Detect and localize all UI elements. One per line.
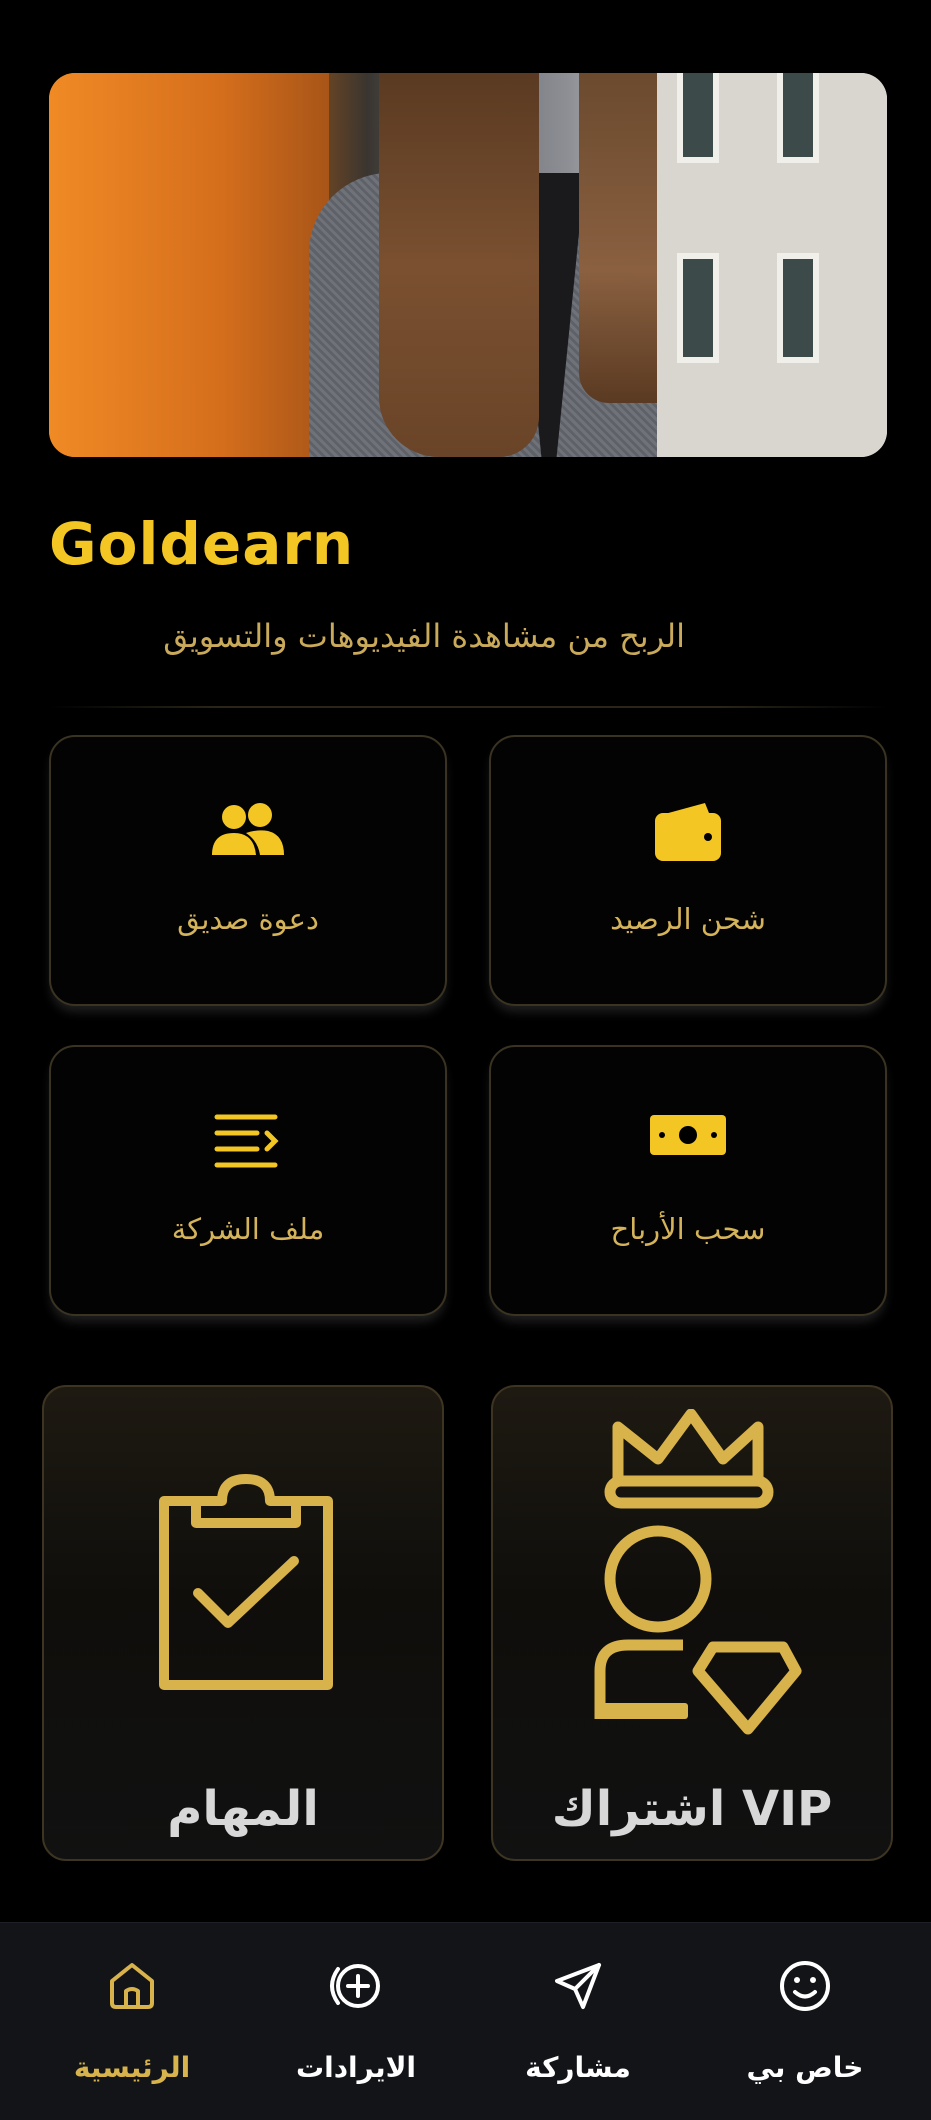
vip-crown-user-icon — [588, 1408, 803, 1743]
banner-window — [677, 73, 719, 163]
users-icon — [210, 801, 286, 861]
nav-item-share[interactable]: مشاركة — [468, 1923, 688, 2120]
promo-banner[interactable] — [49, 73, 887, 457]
tasks-card[interactable]: المهام — [42, 1385, 444, 1861]
invite-label: دعوة صديق — [177, 902, 319, 936]
wallet-icon — [653, 801, 723, 867]
banner-window — [677, 253, 719, 363]
banner-window — [777, 73, 819, 163]
divider — [49, 706, 887, 708]
withdraw-label: سحب الأرباح — [610, 1212, 766, 1246]
vip-subscription-card[interactable]: اشتراك VIP — [491, 1385, 893, 1861]
plus-circle-icon — [324, 1959, 388, 2017]
nav-item-profile[interactable]: خاص بي — [695, 1923, 915, 2120]
recharge-balance-card[interactable]: شحن الرصيد — [489, 735, 887, 1006]
nav-label: مشاركة — [525, 2051, 631, 2084]
nav-label: الرئيسية — [73, 2051, 191, 2084]
send-icon — [551, 1959, 605, 2017]
nav-label: خاص بي — [746, 2051, 864, 2084]
company-profile-card[interactable]: ملف الشركة — [49, 1045, 447, 1316]
app-subtitle: الربح من مشاهدة الفيديوهات والتسويق — [163, 617, 685, 655]
smiley-icon — [778, 1959, 832, 2017]
recharge-label: شحن الرصيد — [610, 902, 766, 936]
withdraw-profits-card[interactable]: سحب الأرباح — [489, 1045, 887, 1316]
nav-item-home[interactable]: الرئيسية — [22, 1923, 242, 2120]
invite-friend-card[interactable]: دعوة صديق — [49, 735, 447, 1006]
document-list-icon — [213, 1111, 283, 1175]
nav-item-revenue[interactable]: الايرادات — [246, 1923, 466, 2120]
bottom-navigation: خاص بي مشاركة الايرادات الرئيسية — [0, 1922, 931, 2120]
banner-building — [657, 73, 887, 457]
nav-label: الايرادات — [295, 2051, 417, 2084]
banner-window — [777, 253, 819, 363]
home-icon — [106, 1959, 158, 2015]
cash-icon — [648, 1111, 728, 1163]
banner-figure-detail — [379, 73, 539, 457]
company-label: ملف الشركة — [171, 1212, 325, 1246]
tasks-label: المهام — [167, 1781, 319, 1837]
clipboard-check-icon — [156, 1473, 336, 1697]
vip-label: اشتراك VIP — [551, 1781, 833, 1837]
banner-background — [49, 73, 329, 457]
app-title: Goldearn — [49, 510, 355, 578]
